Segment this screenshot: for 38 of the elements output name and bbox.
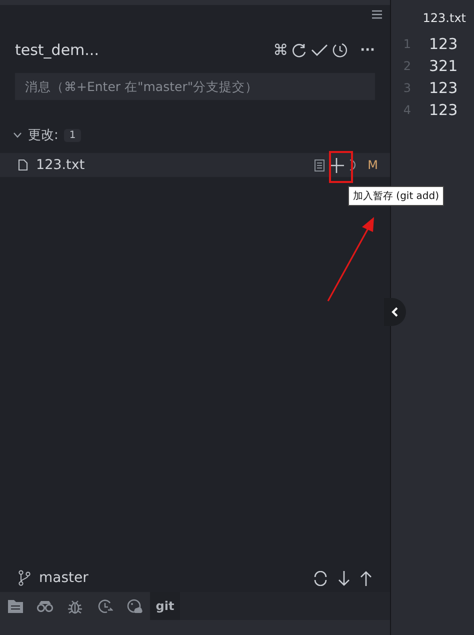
branch-icon <box>18 570 31 586</box>
push-icon[interactable] <box>360 570 372 586</box>
undo-icon[interactable] <box>348 159 358 171</box>
changes-label: 更改: <box>28 127 58 144</box>
chevron-icon[interactable] <box>13 132 22 138</box>
history-icon <box>98 598 112 614</box>
sync-icon[interactable] <box>313 570 328 586</box>
plus-icon[interactable] <box>328 158 344 172</box>
menu-icon[interactable] <box>372 10 382 19</box>
document-icon[interactable] <box>314 158 325 172</box>
panel-tab[interactable]: git <box>150 592 180 620</box>
folder-icon <box>8 600 22 612</box>
binoculars-icon <box>37 600 53 612</box>
file-row[interactable]: 123.txt M <box>0 153 390 177</box>
file-icon <box>18 159 28 171</box>
palette-cloud-icon <box>127 598 143 614</box>
collapse-button[interactable] <box>384 298 406 326</box>
refresh-icon[interactable] <box>292 42 308 58</box>
code-line: 123 <box>429 79 458 97</box>
code-line: 123 <box>429 101 458 119</box>
check-icon[interactable] <box>311 44 328 56</box>
file-status: M <box>368 158 378 172</box>
chevron-left-icon <box>391 307 399 317</box>
changes-count: 1 <box>64 128 81 142</box>
editor-tab[interactable]: 123.txt <box>391 5 474 33</box>
highlight-box <box>329 151 353 183</box>
more-icon[interactable]: ··· <box>360 42 375 58</box>
tooltip: 加入暂存 (git add) <box>348 186 444 206</box>
repository-title: test_dem... <box>15 41 99 59</box>
history-icon[interactable] <box>332 42 348 58</box>
code-line: 321 <box>429 57 458 75</box>
commit-message-field[interactable]: 消息（⌘+Enter 在"master"分支提交） <box>15 73 375 100</box>
file-name: 123.txt <box>36 157 85 173</box>
command-icon[interactable]: ⌘ <box>273 41 288 59</box>
branch-name[interactable]: master <box>39 570 88 586</box>
bug-icon <box>68 598 82 614</box>
pull-icon[interactable] <box>338 570 350 586</box>
code-line: 123 <box>429 35 458 53</box>
